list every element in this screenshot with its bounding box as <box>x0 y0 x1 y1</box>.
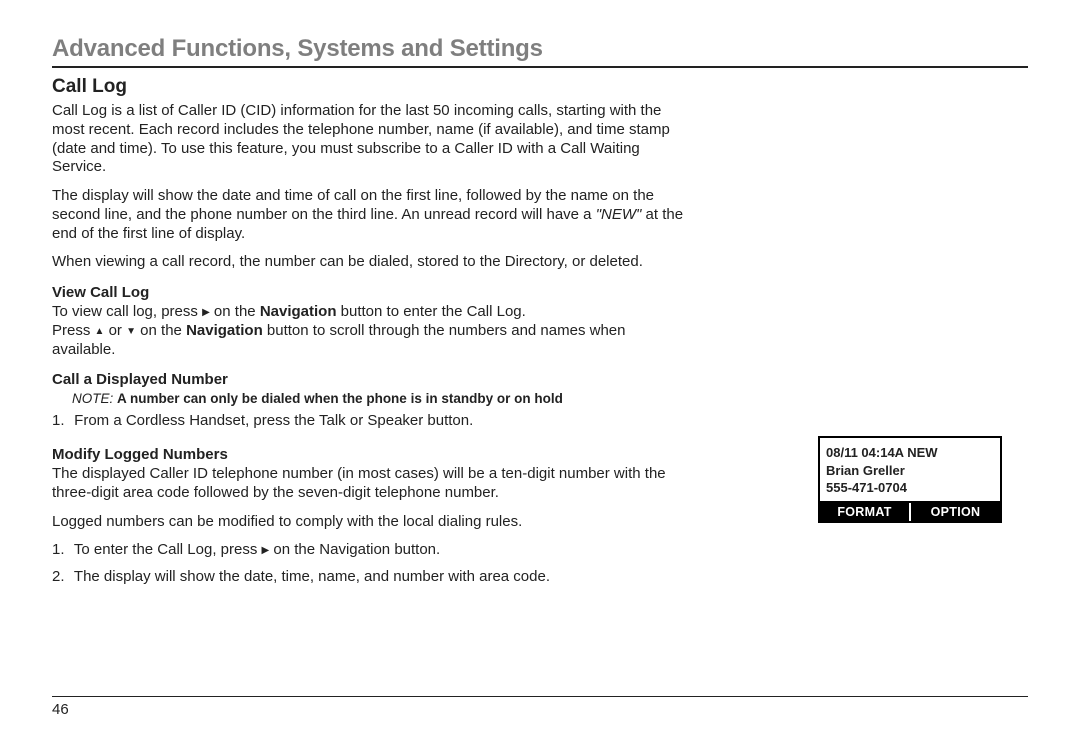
modify-p2: Logged numbers can be modified to comply… <box>52 513 692 532</box>
navigation-word-3: Navigation <box>319 541 390 558</box>
modify-step-2: 2. The display will show the date, time,… <box>52 568 692 587</box>
right-arrow-icon: ▶ <box>202 307 210 320</box>
softkey-option: OPTION <box>909 503 1000 521</box>
view-line1-post: button to enter the Call Log. <box>337 303 526 320</box>
list-number: 1. <box>52 412 70 431</box>
call-step-1: 1. From a Cordless Handset, press the Ta… <box>52 412 692 431</box>
view-line2-mid: on the <box>136 322 186 339</box>
modify-p1: The displayed Caller ID telephone number… <box>52 465 692 503</box>
page-footer: 46 <box>52 696 1028 718</box>
page-title: Call Log <box>52 76 1028 98</box>
right-arrow-icon: ▶ <box>262 545 270 558</box>
phone-display-text: 08/11 04:14A NEW Brian Greller 555-471-0… <box>820 438 1000 501</box>
talk-word: Talk <box>319 412 346 429</box>
speaker-word: Speaker <box>367 412 423 429</box>
intro-paragraph-1: Call Log is a list of Caller ID (CID) in… <box>52 102 692 177</box>
intro-p2-pre: The display will show the date and time … <box>52 187 654 223</box>
note-body: A number can only be dialed when the pho… <box>117 391 563 406</box>
modify-heading: Modify Logged Numbers <box>52 446 788 463</box>
view-line2-or: or <box>104 322 126 339</box>
note-label: NOTE: <box>72 391 113 406</box>
down-arrow-icon: ▼ <box>126 326 136 339</box>
modify-step2-text: The display will show the date, time, na… <box>74 568 550 585</box>
view-line1-pre: To view call log, press <box>52 303 202 320</box>
navigation-word: Navigation <box>260 303 337 320</box>
page: Advanced Functions, Systems and Settings… <box>0 0 1080 742</box>
softkey-format: FORMAT <box>820 503 909 521</box>
navigation-word-2: Navigation <box>186 322 263 339</box>
view-call-log-body: To view call log, press ▶ on the Navigat… <box>52 303 692 359</box>
list-number: 2. <box>52 568 70 587</box>
call-step1-or: or <box>346 412 368 429</box>
modify-step1-post: button. <box>390 541 440 558</box>
call-step1-post: button. <box>423 412 473 429</box>
modify-step1-mid: on the <box>269 541 319 558</box>
list-number: 1. <box>52 541 70 560</box>
intro-paragraph-2: The display will show the date and time … <box>52 187 692 243</box>
phone-display: 08/11 04:14A NEW Brian Greller 555-471-0… <box>818 436 1002 523</box>
note-line: NOTE: A number can only be dialed when t… <box>72 391 712 406</box>
page-number: 46 <box>52 701 69 718</box>
call-displayed-heading: Call a Displayed Number <box>52 371 1028 388</box>
section-header: Advanced Functions, Systems and Settings <box>52 35 1028 68</box>
phone-line-1: 08/11 04:14A NEW <box>826 444 994 462</box>
up-arrow-icon: ▲ <box>95 326 105 339</box>
modify-step-1: 1. To enter the Call Log, press ▶ on the… <box>52 541 692 560</box>
view-call-log-heading: View Call Log <box>52 284 1028 301</box>
view-line1-mid: on the <box>210 303 260 320</box>
phone-line-3: 555-471-0704 <box>826 479 994 497</box>
intro-paragraph-3: When viewing a call record, the number c… <box>52 253 692 272</box>
intro-p2-new: "NEW" <box>596 206 642 223</box>
modify-step1-pre: To enter the Call Log, press <box>74 541 262 558</box>
phone-line-2: Brian Greller <box>826 462 994 480</box>
call-step1-pre: From a Cordless Handset, press the <box>74 412 319 429</box>
phone-softkeys: FORMAT OPTION <box>820 501 1000 521</box>
view-line2-pre: Press <box>52 322 95 339</box>
